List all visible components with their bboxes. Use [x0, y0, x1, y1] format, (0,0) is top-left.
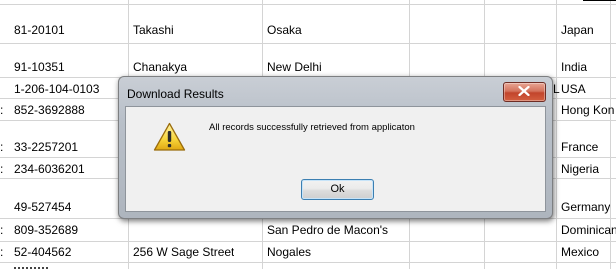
- close-button[interactable]: [503, 82, 546, 102]
- table-cell[interactable]: Hong Kon: [561, 103, 616, 117]
- close-icon: [518, 86, 530, 96]
- table-cell[interactable]: Nigeria: [561, 162, 599, 176]
- table-cell[interactable]: 1-206-104-0103: [14, 82, 99, 96]
- table-cell: L: [553, 82, 560, 96]
- row-divider: [583, 0, 616, 1]
- table-cell[interactable]: 91-10351: [14, 60, 65, 74]
- dialog-body: All records successfully retrieved from …: [125, 106, 546, 212]
- download-results-dialog: Download Results All records successfull…: [118, 76, 553, 219]
- row-divider: [0, 4, 616, 5]
- table-cell[interactable]: :: [0, 162, 3, 176]
- row-divider: [0, 43, 616, 44]
- warning-icon: [153, 122, 186, 151]
- table-cell[interactable]: 81-20101: [14, 23, 65, 37]
- dialog-frame: Download Results All records successfull…: [119, 77, 552, 218]
- table-cell[interactable]: USA: [561, 82, 586, 96]
- table-cell[interactable]: Japan: [561, 23, 594, 37]
- table-cell[interactable]: :: [0, 103, 3, 117]
- cut-off-row: [14, 264, 54, 269]
- table-cell[interactable]: Dominican: [561, 223, 616, 237]
- table-cell[interactable]: Nogales: [267, 245, 311, 259]
- table-cell[interactable]: 809-352689: [14, 223, 78, 237]
- table-cell[interactable]: 234-6036201: [14, 162, 85, 176]
- table-cell[interactable]: New Delhi: [267, 60, 322, 74]
- table-cell[interactable]: India: [561, 60, 587, 74]
- table-cell[interactable]: 33-2257201: [14, 140, 78, 154]
- table-cell[interactable]: 49-527454: [14, 200, 71, 214]
- table-cell[interactable]: :: [0, 223, 3, 237]
- table-cell[interactable]: 256 W Sage Street: [133, 245, 234, 259]
- dialog-title: Download Results: [127, 87, 224, 101]
- table-cell[interactable]: 52-404562: [14, 245, 71, 259]
- table-cell[interactable]: Chanakya: [133, 60, 187, 74]
- table-cell[interactable]: Germany: [561, 200, 610, 214]
- table-cell[interactable]: San Pedro de Macon's: [267, 223, 388, 237]
- table-cell[interactable]: Mexico: [561, 245, 599, 259]
- ok-button[interactable]: Ok: [301, 179, 374, 200]
- dialog-message: All records successfully retrieved from …: [209, 122, 415, 133]
- row-divider: [0, 241, 616, 242]
- table-cell[interactable]: Osaka: [267, 23, 302, 37]
- title-bar[interactable]: Download Results: [119, 77, 552, 105]
- table-cell[interactable]: :: [0, 140, 3, 154]
- table-cell[interactable]: 852-3692888: [14, 103, 85, 117]
- column-divider: [556, 0, 557, 269]
- table-cell[interactable]: :: [0, 245, 3, 259]
- table-cell[interactable]: Takashi: [133, 23, 174, 37]
- table-cell[interactable]: France: [561, 140, 598, 154]
- row-divider: [0, 262, 616, 263]
